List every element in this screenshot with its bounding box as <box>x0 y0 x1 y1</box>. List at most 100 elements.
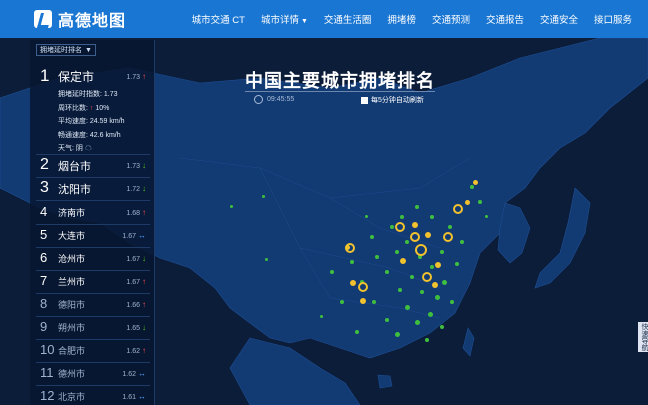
city-ring-congested[interactable] <box>395 222 405 232</box>
clock-icon <box>254 95 263 104</box>
nav-life-circle[interactable]: 交通生活圈 <box>316 12 380 26</box>
city-dot[interactable] <box>230 205 233 208</box>
city-dot[interactable] <box>350 260 354 264</box>
trend-flat-icon: ↔ <box>138 369 146 378</box>
city-dot[interactable] <box>385 270 389 274</box>
city-dot[interactable] <box>372 300 376 304</box>
city-dot[interactable] <box>430 215 434 219</box>
city-dot[interactable] <box>262 195 265 198</box>
rank-item-4[interactable]: 4 济南市 1.68 ↑ <box>30 203 154 223</box>
city-dot[interactable] <box>330 270 334 274</box>
rank-value: 1.62 ↔ <box>122 369 146 378</box>
city-dot[interactable] <box>478 200 482 204</box>
city-ring-congested[interactable] <box>422 272 432 282</box>
trend-down-icon: ↓ <box>142 254 146 263</box>
nav-report[interactable]: 交通报告 <box>478 12 532 26</box>
city-dot[interactable] <box>415 320 420 325</box>
rank-item-10[interactable]: 10 合肥市 1.62 ↑ <box>30 341 154 361</box>
divider <box>36 293 150 294</box>
city-dot[interactable] <box>365 215 368 218</box>
rank-item-11[interactable]: 11 德州市 1.62 ↔ <box>30 364 154 384</box>
amap-logo-icon <box>34 10 52 28</box>
nav-city-traffic[interactable]: 城市交通 CT <box>184 12 253 26</box>
city-dot-congested[interactable] <box>473 180 478 185</box>
city-dot[interactable] <box>435 295 440 300</box>
rank-value: 1.65 ↓ <box>126 323 146 332</box>
city-ring-congested[interactable] <box>345 243 355 253</box>
nav-city-details[interactable]: 城市详情 ▼ <box>253 12 316 26</box>
city-dot[interactable] <box>430 265 434 269</box>
city-ring-congested[interactable] <box>358 282 368 292</box>
city-ring-congested[interactable] <box>443 232 453 242</box>
city-dot[interactable] <box>395 332 400 337</box>
city-dot[interactable] <box>442 280 447 285</box>
city-dot[interactable] <box>460 240 464 244</box>
city-dot[interactable] <box>450 300 454 304</box>
city-dot[interactable] <box>340 300 344 304</box>
auto-refresh-toggle[interactable]: 每5分钟自动刷新 <box>361 95 424 105</box>
quick-nav-tab[interactable]: 快速导航 <box>638 322 648 352</box>
rank-item-12[interactable]: 12 北京市 1.61 ↔ <box>30 387 154 405</box>
rank-number: 8 <box>40 296 48 311</box>
brand-logo[interactable]: 高德地图 <box>34 8 126 30</box>
city-ring-congested[interactable] <box>415 244 427 256</box>
rank-item-2[interactable]: 2 烟台市 1.73 ↓ <box>30 156 154 176</box>
city-dot[interactable] <box>448 225 452 229</box>
city-dot[interactable] <box>370 235 374 239</box>
rank-value: 1.62 ↑ <box>126 346 146 355</box>
rank-item-1[interactable]: 1 保定市 1.73 ↑ <box>30 66 154 88</box>
nav-forecast[interactable]: 交通预测 <box>424 12 478 26</box>
city-dot[interactable] <box>265 258 268 261</box>
city-ring-congested[interactable] <box>410 232 420 242</box>
city-dot[interactable] <box>385 318 389 322</box>
rank-value-text: 1.62 <box>126 348 140 355</box>
city-dot[interactable] <box>400 215 404 219</box>
divider <box>36 270 150 271</box>
rank-value-text: 1.73 <box>126 163 140 170</box>
main-nav: 城市交通 CT 城市详情 ▼ 交通生活圈 拥堵榜 交通预测 交通报告 交通安全 接… <box>184 0 640 38</box>
divider <box>36 177 150 178</box>
city-dot[interactable] <box>428 312 433 317</box>
city-dot-congested[interactable] <box>465 200 470 205</box>
nav-congestion-rank[interactable]: 拥堵榜 <box>379 12 424 26</box>
nav-api[interactable]: 接口服务 <box>586 12 640 26</box>
rank-item-5[interactable]: 5 大连市 1.67 ↔ <box>30 226 154 246</box>
city-dot-congested[interactable] <box>435 262 441 268</box>
city-dot[interactable] <box>375 255 379 259</box>
city-dot[interactable] <box>440 325 444 329</box>
city-dot[interactable] <box>425 338 429 342</box>
city-dot-congested[interactable] <box>432 282 438 288</box>
city-dot[interactable] <box>420 290 424 294</box>
rank-number: 9 <box>40 319 48 334</box>
city-dot-congested[interactable] <box>400 258 406 264</box>
city-dot-congested[interactable] <box>350 280 356 286</box>
nav-safety[interactable]: 交通安全 <box>532 12 586 26</box>
city-dot[interactable] <box>320 315 323 318</box>
city-dot[interactable] <box>398 288 402 292</box>
rank-number: 3 <box>40 179 49 196</box>
rank-item-8[interactable]: 8 德阳市 1.66 ↑ <box>30 295 154 315</box>
city-dot[interactable] <box>470 185 474 189</box>
divider <box>36 224 150 225</box>
rank-item-6[interactable]: 6 沧州市 1.67 ↓ <box>30 249 154 269</box>
city-dot[interactable] <box>410 275 414 279</box>
city-dot[interactable] <box>405 240 409 244</box>
city-dot[interactable] <box>440 250 444 254</box>
rank-item-7[interactable]: 7 兰州市 1.67 ↑ <box>30 272 154 292</box>
rank-item-9[interactable]: 9 朔州市 1.65 ↓ <box>30 318 154 338</box>
city-ring-congested[interactable] <box>453 204 463 214</box>
auto-refresh-checkbox[interactable] <box>361 96 368 104</box>
city-dot[interactable] <box>485 215 488 218</box>
city-dot[interactable] <box>395 250 399 254</box>
rank-item-3[interactable]: 3 沈阳市 1.72 ↓ <box>30 179 154 199</box>
city-dot[interactable] <box>455 262 459 266</box>
city-dot-congested[interactable] <box>425 232 431 238</box>
trend-up-icon: ↑ <box>142 300 146 309</box>
city-dot[interactable] <box>405 305 410 310</box>
city-dot[interactable] <box>390 225 394 229</box>
city-dot-congested[interactable] <box>412 222 418 228</box>
city-dot[interactable] <box>355 330 359 334</box>
city-dot[interactable] <box>415 205 419 209</box>
ranking-metric-select[interactable]: 拥堵延时排名 ▼ <box>36 44 96 56</box>
city-dot-congested[interactable] <box>360 298 366 304</box>
